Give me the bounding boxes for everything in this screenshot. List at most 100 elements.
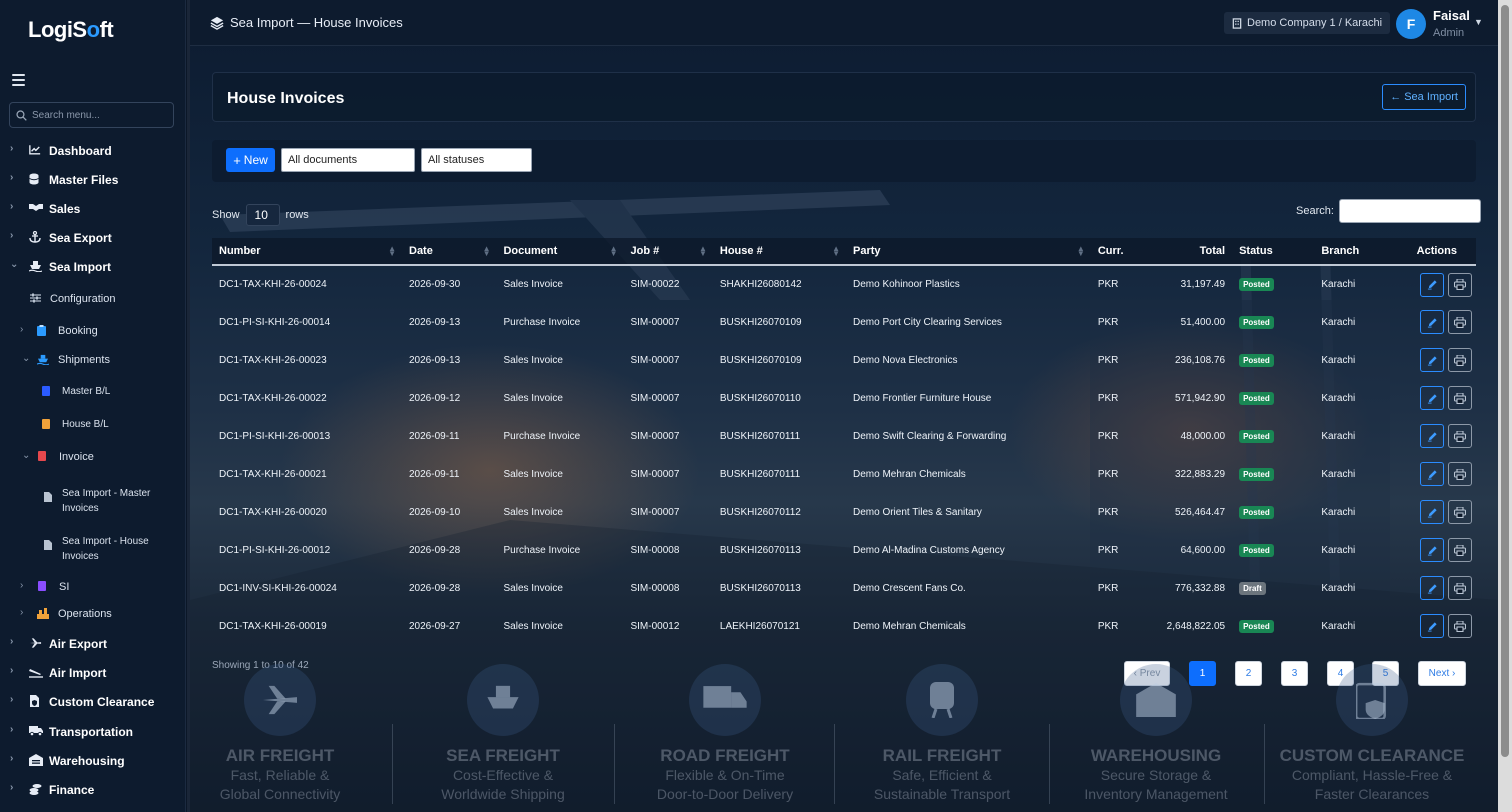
print-button[interactable] (1448, 500, 1472, 524)
print-button[interactable] (1448, 538, 1472, 562)
sidebar-item-warehousing[interactable]: › Warehousing (0, 749, 180, 771)
service-title: ROAD FREIGHT (660, 746, 790, 765)
cell-status: Posted (1232, 341, 1314, 379)
table-row[interactable]: DC1-TAX-KHI-26-00022 2026-09-12 Sales Invo… (212, 379, 1476, 417)
edit-button[interactable] (1420, 538, 1444, 562)
cell-total: 776,332.88 (1175, 582, 1226, 594)
menu-toggle-icon[interactable] (12, 74, 25, 86)
sidebar-item-invoice[interactable]: ⌄ Invoice (0, 446, 180, 468)
sidebar-item-configuration[interactable]: Configuration (0, 288, 180, 310)
column-header-number[interactable]: Number ▲ ▼ (212, 238, 402, 266)
sidebar-item-shipments[interactable]: ⌄ Shipments (0, 349, 180, 371)
edit-button[interactable] (1420, 424, 1444, 448)
column-header-curr[interactable]: Curr. (1090, 238, 1150, 266)
service-title: WAREHOUSING (1090, 746, 1222, 765)
sidebar-item-label: Sea Import (49, 260, 112, 274)
status-badge: Posted (1239, 429, 1274, 443)
chevron-right-icon: › (10, 201, 14, 212)
print-button[interactable] (1448, 576, 1472, 600)
sidebar-item-air-import[interactable]: › Air Import (0, 661, 180, 683)
cell-currency: PKR (1097, 279, 1119, 290)
edit-button[interactable] (1420, 272, 1444, 297)
sidebar-item-transportation[interactable]: › Transportation (0, 720, 180, 742)
print-button[interactable] (1448, 424, 1472, 448)
status-filter-select[interactable]: All statuses (421, 148, 532, 172)
print-button[interactable] (1448, 272, 1472, 297)
scrollbar-thumb[interactable] (1501, 5, 1509, 757)
ship-icon (29, 260, 42, 272)
edit-button[interactable] (1420, 462, 1444, 486)
status-badge: Posted (1239, 543, 1274, 557)
cell-total: 64,600.00 (1180, 544, 1226, 556)
sidebar-item-si[interactable]: › SI (0, 576, 180, 598)
sidebar-item-finance[interactable]: › Finance (0, 778, 180, 800)
column-header-job[interactable]: Job # ▲ ▼ (623, 238, 713, 266)
service-tagline: Compliant, Hassle-Free & Faster Clearance… (1291, 767, 1453, 802)
sidebar-item-house-b-l[interactable]: House B/L (0, 414, 180, 436)
plane-arrival-icon (29, 666, 43, 678)
edit-button[interactable] (1420, 500, 1444, 524)
table-row[interactable]: DC1-TAX-KHI-26-00024 2026-09-30 Sales Invo… (212, 265, 1476, 303)
edit-button[interactable] (1420, 310, 1444, 334)
cell-currency: PKR (1097, 392, 1119, 404)
sidebar-item-booking[interactable]: › Booking (0, 320, 180, 342)
column-header-total[interactable]: Total (1149, 238, 1233, 266)
table-search-input[interactable] (1338, 199, 1481, 223)
edit-button[interactable] (1420, 386, 1444, 410)
cell-currency: PKR (1097, 544, 1119, 556)
table-row[interactable]: DC1-TAX-KHI-26-00023 2026-09-13 Sales Invo… (212, 341, 1476, 379)
column-header-status[interactable]: Status (1232, 238, 1315, 266)
sidebar-item-custom-clearance[interactable]: › Custom Clearance (0, 690, 180, 712)
cell-invoice-number: DC1-TAX-KHI-26-00020 (219, 506, 327, 518)
page-length-select[interactable]: 10 (245, 204, 280, 226)
sidebar-search-input[interactable] (32, 109, 167, 121)
table-row[interactable]: DC1-TAX-KHI-26-00019 2026-09-27 Sales Invo… (212, 607, 1476, 645)
sidebar-item-master-b-l[interactable]: Master B/L (0, 381, 180, 403)
cell-party: Demo Port City Clearing Services (852, 316, 1002, 328)
sidebar-item-label: Configuration (50, 293, 116, 305)
sliders-icon (30, 293, 41, 303)
table-row[interactable]: DC1-TAX-KHI-26-00020 2026-09-10 Sales Invo… (212, 493, 1476, 531)
print-button[interactable] (1448, 462, 1472, 486)
sidebar-item-sea-import[interactable]: ⌄ Sea Import (0, 255, 180, 277)
sidebar-search[interactable] (9, 102, 174, 128)
status-badge: Draft (1239, 581, 1266, 595)
print-button[interactable] (1448, 348, 1472, 372)
sidebar-item-sales[interactable]: › Sales (0, 197, 180, 219)
cell-document-type: Sales Invoice (503, 354, 563, 366)
logo: LogiSoft (28, 17, 114, 42)
table-row[interactable]: DC1-TAX-KHI-26-00021 2026-09-11 Sales Invo… (212, 455, 1476, 493)
chevron-right-icon: › (10, 753, 14, 764)
table-row[interactable]: DC1-PI-SI-KHI-26-00013 2026-09-11 Purchase… (212, 417, 1476, 455)
cell-actions (1398, 379, 1476, 417)
sort-icon: ▲ ▼ (388, 244, 396, 258)
print-button[interactable] (1448, 614, 1472, 638)
column-header-branch[interactable]: Branch (1314, 238, 1398, 266)
new-invoice-button[interactable]: + New (226, 148, 275, 172)
handshake-icon (29, 202, 43, 212)
edit-button[interactable] (1420, 576, 1444, 600)
edit-button[interactable] (1420, 614, 1444, 638)
printer-icon (1454, 506, 1466, 518)
print-button[interactable] (1448, 310, 1472, 334)
sidebar-item-air-export[interactable]: › Air Export (0, 632, 180, 654)
table-row[interactable]: DC1-PI-SI-KHI-26-00014 2026-09-13 Purchase… (212, 303, 1476, 341)
column-header-house[interactable]: House # ▲ ▼ (712, 238, 846, 266)
sidebar-item-master-files[interactable]: › Master Files (0, 168, 180, 190)
sidebar-item-dashboard[interactable]: › Dashboard (0, 139, 180, 161)
sidebar-item-operations[interactable]: › Operations (0, 603, 180, 625)
document-filter-select[interactable]: All documents (281, 148, 415, 172)
column-header-document[interactable]: Document ▲ ▼ (496, 238, 624, 266)
edit-button[interactable] (1420, 348, 1444, 372)
file-icon (42, 386, 50, 396)
table-row[interactable]: DC1-PI-SI-KHI-26-00012 2026-09-28 Purchase… (212, 531, 1476, 569)
sidebar-item-sea-export[interactable]: › Sea Export (0, 226, 180, 248)
sidebar-item-sea-import-house-invoices[interactable]: Sea Import - House Invoices (0, 530, 180, 564)
page-scrollbar[interactable] (1498, 0, 1512, 812)
sidebar-item-sea-import-master-invoices[interactable]: Sea Import - Master Invoices (0, 482, 180, 516)
table-row[interactable]: DC1-INV-SI-KHI-26-00024 2026-09-28 Sales I… (212, 569, 1476, 607)
back-to-sea-import-button[interactable]: ← Sea Import (1382, 84, 1466, 110)
column-header-party[interactable]: Party ▲ ▼ (845, 238, 1091, 266)
column-header-date[interactable]: Date ▲ ▼ (402, 238, 497, 266)
print-button[interactable] (1448, 386, 1472, 410)
